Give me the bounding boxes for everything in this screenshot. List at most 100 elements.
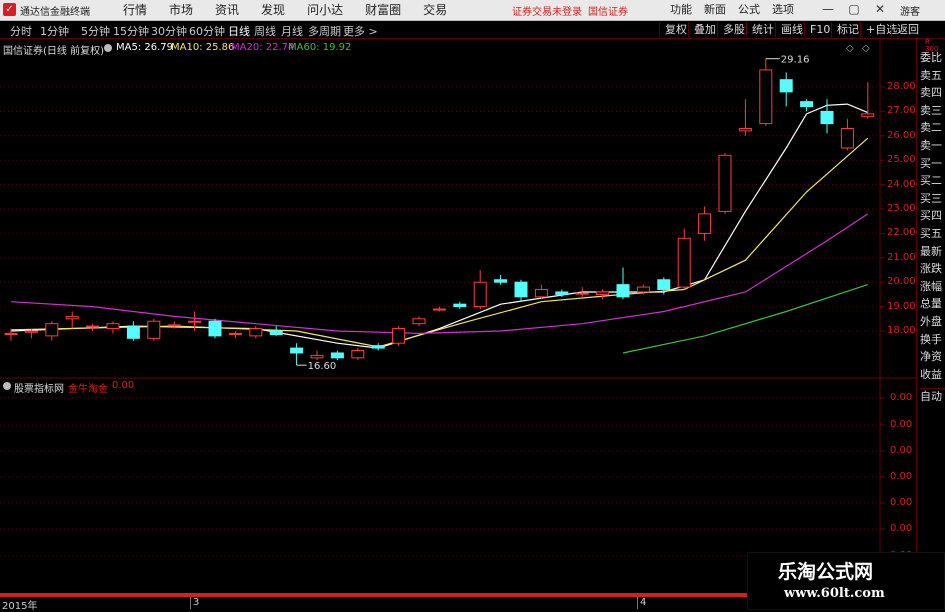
diamond-icon: ◇ <box>846 43 854 54</box>
candle-up <box>412 318 426 325</box>
candle-down <box>779 79 793 93</box>
sidebar-item[interactable]: 涨跌 <box>920 262 945 275</box>
app-title: 通达信金融终端 <box>20 7 90 18</box>
sub-tick-label: 0.00 <box>890 392 913 403</box>
candle-down <box>269 330 283 336</box>
period-monthly[interactable]: 月线 <box>281 23 303 39</box>
price-tick-label: 28.00 <box>887 81 916 92</box>
period-tick[interactable]: 分时 <box>10 23 32 39</box>
sidebar-item[interactable]: 换手 <box>920 333 945 346</box>
sidebar-item[interactable]: 净资 <box>920 350 945 363</box>
price-tick-label: 26.00 <box>887 129 916 141</box>
x-divider-1 <box>190 597 191 609</box>
candle-up <box>759 69 773 125</box>
period-weekly[interactable]: 周线 <box>254 23 276 39</box>
sub-indicator-name: 金牛淘金 <box>68 384 108 395</box>
x-label-april: 4 <box>640 597 647 608</box>
menu-options[interactable]: 选项 <box>766 2 800 18</box>
price-tick-label: 19.00 <box>887 300 916 312</box>
sidebar-item[interactable]: 委比 <box>920 51 945 64</box>
price-tick-label: 24.00 <box>887 178 916 190</box>
login-status[interactable]: 证券交易未登录 <box>512 3 582 18</box>
candle-up <box>228 332 242 335</box>
kline-chart[interactable]: 29.16 16.60 ◇ ◇ <box>0 39 916 595</box>
close-icon[interactable]: ✕ <box>872 2 888 17</box>
sub-chart-name[interactable]: 股票指标网 <box>14 380 64 395</box>
candle-up <box>636 286 650 293</box>
candle-up <box>188 320 202 323</box>
sidebar-item[interactable]: 买五 <box>920 227 945 240</box>
minimize-icon[interactable]: — <box>820 2 836 17</box>
candle-up <box>249 328 263 337</box>
sidebar-item[interactable]: 卖五 <box>920 69 945 82</box>
sidebar-item[interactable]: 买四 <box>920 209 945 222</box>
price-tick-label: 25.00 <box>887 154 916 166</box>
candle-up <box>392 328 406 344</box>
candle-down <box>371 345 385 349</box>
ma5-line <box>10 103 869 349</box>
period-daily[interactable]: 日线 <box>228 23 250 39</box>
sidebar-item[interactable]: 涨幅 <box>920 280 945 293</box>
candle-up <box>718 154 732 212</box>
candle-down <box>657 279 671 291</box>
price-tick-label: 21.00 <box>887 251 916 263</box>
menu-discover[interactable]: 发现 <box>250 2 296 18</box>
sidebar-item[interactable]: 外盘 <box>920 315 945 328</box>
candle-up <box>677 237 691 288</box>
sub-settings-dot-icon[interactable] <box>3 382 11 390</box>
menu-formula[interactable]: 公式 <box>732 2 766 18</box>
sidebar-item[interactable]: 最新 <box>920 245 945 258</box>
menu-quotes[interactable]: 行情 <box>112 2 158 18</box>
candle-down <box>126 325 140 339</box>
period-5min[interactable]: 5分钟 <box>81 23 110 39</box>
candle-up <box>106 323 120 330</box>
low-label: 16.60 <box>308 361 337 372</box>
sidebar-item[interactable]: 买一 <box>920 157 945 170</box>
period-more[interactable]: 更多 > <box>343 23 378 39</box>
period-1min[interactable]: 1分钟 <box>40 23 69 39</box>
menu-news[interactable]: 资讯 <box>204 2 250 18</box>
candle-up <box>45 323 59 337</box>
candle-down <box>453 303 467 308</box>
menu-trade[interactable]: 交易 <box>412 2 458 18</box>
candle-up <box>473 281 487 308</box>
tool-back[interactable]: 返回 <box>891 22 924 37</box>
sidebar-item[interactable]: 卖二 <box>920 121 945 134</box>
menu-new-page[interactable]: 新面 <box>698 2 732 18</box>
sidebar-item[interactable]: 卖四 <box>920 86 945 99</box>
sidebar-item[interactable]: 买二 <box>920 174 945 187</box>
period-15min[interactable]: 15分钟 <box>113 23 149 39</box>
sidebar-item[interactable]: 收益 <box>920 368 945 381</box>
price-tick-label: 23.00 <box>887 203 916 214</box>
period-multi[interactable]: 多周期 <box>308 23 341 39</box>
sidebar-item[interactable]: 卖一 <box>920 139 945 152</box>
menu-function[interactable]: 功能 <box>664 2 698 18</box>
candle-up <box>698 213 712 234</box>
x-divider-2 <box>637 597 638 609</box>
candle-up <box>167 324 181 327</box>
guest-label[interactable]: 游客 <box>900 3 920 18</box>
x-label-march: 3 <box>193 597 200 608</box>
menu-market[interactable]: 市场 <box>158 2 204 18</box>
candle-up <box>575 292 589 295</box>
sidebar-item[interactable]: 卖三 <box>920 104 945 117</box>
period-60min[interactable]: 60分钟 <box>189 23 225 39</box>
sidebar-item[interactable]: 总量 <box>920 297 945 310</box>
candle-down <box>330 352 344 359</box>
candle-down <box>820 110 834 125</box>
watermark: 乐淘公式网 www.60lt.com <box>747 552 945 610</box>
candle-down <box>290 347 304 354</box>
price-tick-label: 18.00 <box>887 325 916 336</box>
x-label-year: 2015年 <box>2 601 38 612</box>
candle-down <box>800 101 814 108</box>
candle-up <box>4 332 18 335</box>
broker-name[interactable]: 国信证券 <box>588 3 628 18</box>
maximize-icon[interactable]: ▢ <box>846 2 862 17</box>
auto-toggle[interactable]: 自动 <box>920 388 945 403</box>
ma10-line <box>10 137 869 348</box>
period-30min[interactable]: 30分钟 <box>151 23 187 39</box>
menu-ask[interactable]: 问小达 <box>296 2 354 18</box>
sidebar-item[interactable]: 买三 <box>920 192 945 205</box>
menu-wealth[interactable]: 财富圈 <box>354 2 412 18</box>
candle-up <box>738 127 752 132</box>
